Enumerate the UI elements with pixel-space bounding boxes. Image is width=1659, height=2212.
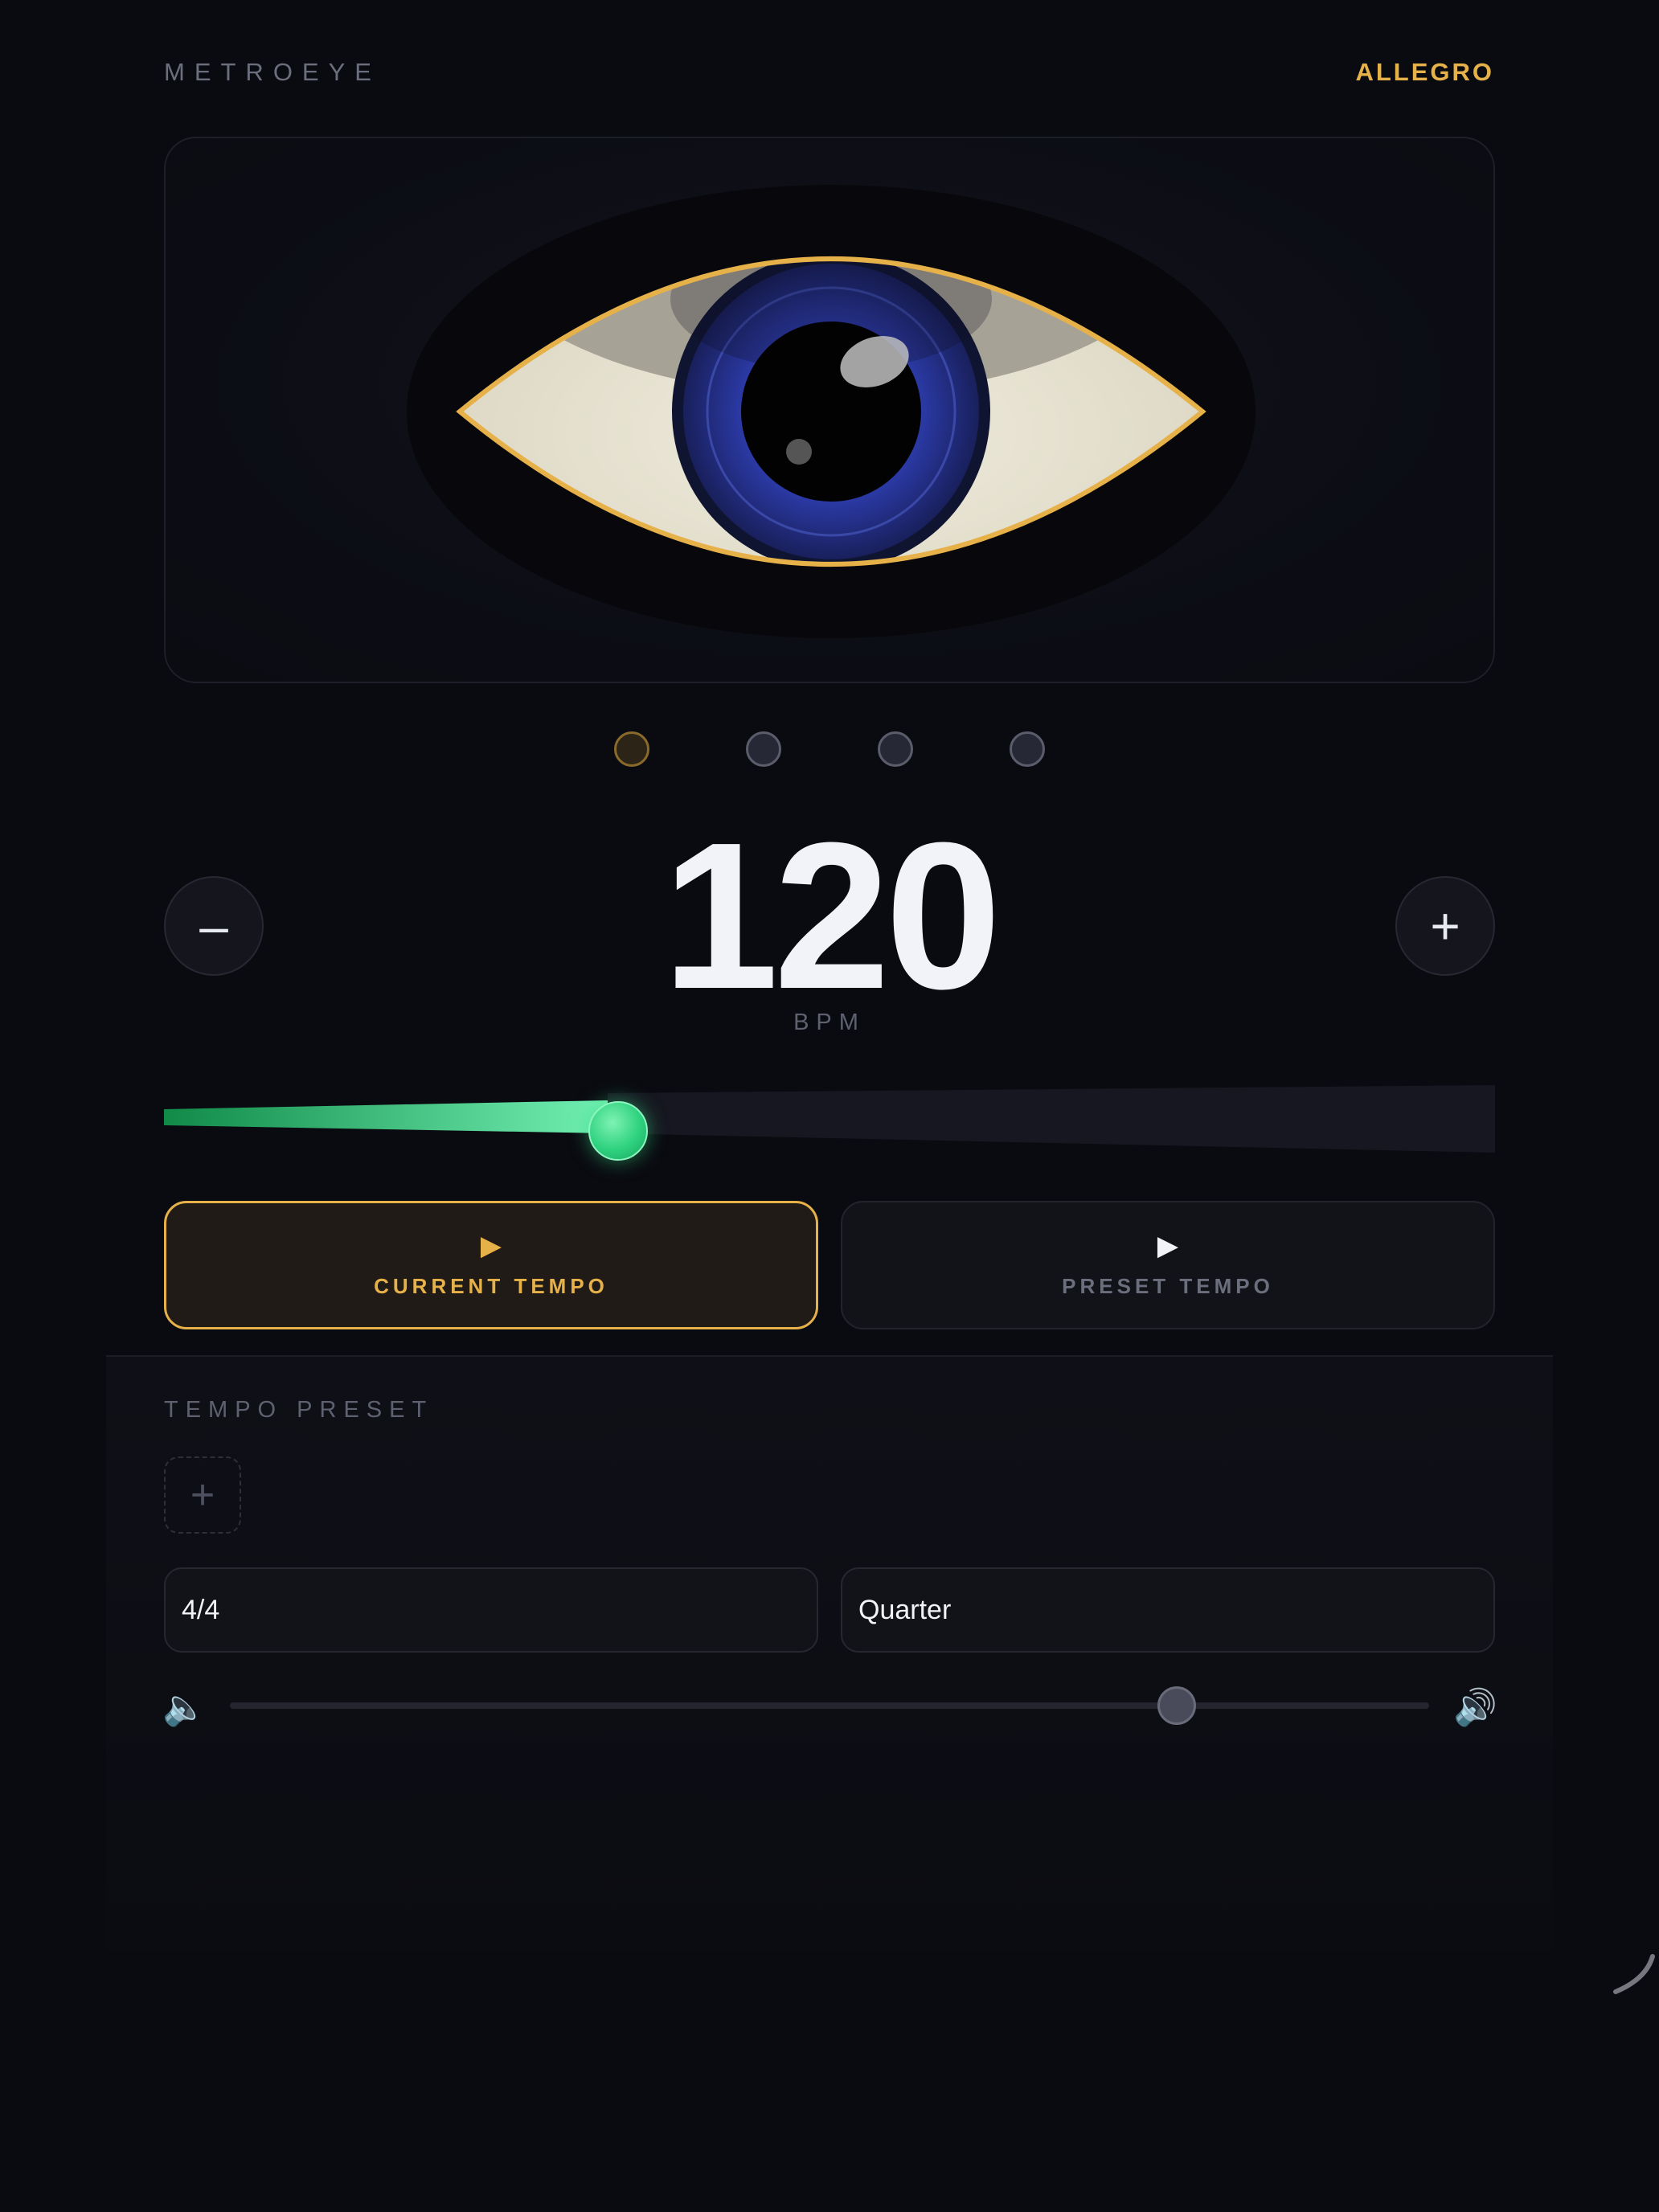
play-icon: ▶ [480,1230,502,1261]
tempo-slider-track [608,1085,1495,1153]
bpm-value: 120 [662,800,1002,1033]
beat-indicator-3 [878,731,913,767]
volume-high-icon: 🔊 [1453,1688,1497,1727]
play-icon: ▶ [1157,1230,1179,1261]
loading-spinner-icon [1613,1954,1655,1994]
beat-indicator-2 [746,731,781,767]
volume-slider[interactable] [230,1702,1429,1709]
beat-indicator-4 [1010,731,1045,767]
increase-tempo-button[interactable]: + [1395,876,1495,976]
tempo-slider-handle[interactable] [588,1101,648,1161]
tempo-preset-title: TEMPO PRESET [164,1397,434,1423]
note-value-select[interactable]: Quarter [841,1567,1495,1653]
tempo-preset-panel [106,1355,1553,1950]
eye-visualizer [164,137,1495,683]
tempo-slider-fill [164,1100,608,1133]
tempo-slider[interactable] [164,1083,1495,1156]
play-preset-tempo-button[interactable]: ▶ PRESET TEMPO [841,1201,1495,1329]
play-preset-tempo-label: PRESET TEMPO [1062,1273,1274,1298]
time-signature-select[interactable]: 4/4 [164,1567,818,1653]
beat-indicator-1 [614,731,649,767]
app-brand: METROEYE [164,58,381,86]
decrease-tempo-button[interactable]: – [164,876,264,976]
eye-illustration [407,185,1256,638]
volume-low-icon: 🔈 [162,1688,207,1727]
play-current-tempo-button[interactable]: ▶ CURRENT TEMPO [164,1201,818,1329]
add-preset-button[interactable]: + [164,1456,241,1534]
bpm-unit: BPM [793,1010,866,1035]
tempo-marking: ALLEGRO [1355,58,1494,86]
volume-slider-handle[interactable] [1157,1686,1196,1725]
play-current-tempo-label: CURRENT TEMPO [374,1273,608,1298]
